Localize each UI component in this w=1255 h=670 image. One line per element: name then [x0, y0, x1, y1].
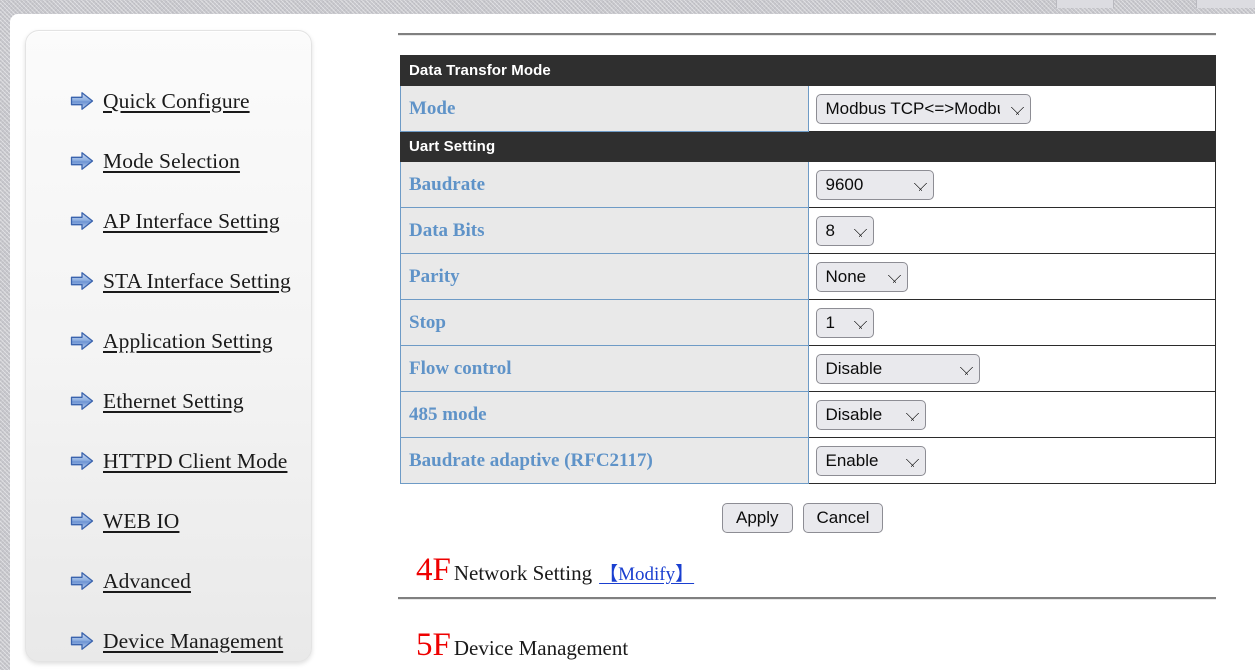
- setting-label: 485 mode: [400, 391, 809, 438]
- table-row: Baudrate 9600: [400, 161, 1216, 208]
- setting-value-cell: Enable: [807, 437, 1216, 484]
- divider-middle: [398, 597, 1216, 600]
- action-button-row: Apply Cancel: [722, 503, 884, 533]
- arrow-right-icon: [70, 451, 94, 471]
- arrow-right-icon: [70, 211, 94, 231]
- table-row: Data Bits 8: [400, 207, 1216, 254]
- sidebar-item-label: Mode Selection: [103, 148, 240, 173]
- footer-section-network-setting: 4F Network Setting 【Modify】: [416, 554, 694, 587]
- sidebar-item-label: Quick Configure: [103, 88, 250, 113]
- sidebar-item-label: WEB IO: [103, 508, 180, 533]
- setting-label: Parity: [400, 253, 809, 300]
- setting-value-cell: Modbus TCP<=>Modbus RTU: [807, 85, 1216, 132]
- select-parity[interactable]: None: [815, 261, 908, 292]
- setting-value-cell: None: [807, 253, 1216, 300]
- select-485-mode[interactable]: Disable: [815, 399, 926, 430]
- modify-link[interactable]: 【Modify】: [599, 564, 694, 585]
- setting-label: Baudrate adaptive (RFC2117): [400, 437, 809, 484]
- sidebar-item-label: STA Interface Setting: [103, 268, 291, 293]
- select-mode[interactable]: Modbus TCP<=>Modbus RTU: [815, 93, 1031, 124]
- section-number: 5F: [416, 627, 451, 663]
- select-baudrate[interactable]: 9600: [815, 169, 934, 200]
- sidebar-item-mode-selection[interactable]: Mode Selection: [26, 131, 311, 191]
- setting-value-cell: 1: [807, 299, 1216, 346]
- sidebar-item-label: AP Interface Setting: [103, 208, 280, 233]
- table-row: 485 mode Disable: [400, 391, 1216, 438]
- setting-value-cell: Disable: [807, 391, 1216, 438]
- arrow-right-icon: [70, 391, 94, 411]
- arrow-right-icon: [70, 571, 94, 591]
- table-row: Stop 1: [400, 299, 1216, 346]
- apply-button[interactable]: Apply: [722, 503, 793, 533]
- sidebar-item-web-io[interactable]: WEB IO: [26, 491, 311, 551]
- sidebar-item-quick-configure[interactable]: Quick Configure: [26, 71, 311, 131]
- sidebar-item-label: HTTPD Client Mode: [103, 448, 288, 473]
- arrow-right-icon: [70, 331, 94, 351]
- section-header-label: Uart Setting: [400, 131, 1216, 162]
- table-section-header-row: Uart Setting: [400, 131, 1216, 162]
- section-header-label: Data Transfor Mode: [400, 55, 1216, 86]
- sidebar-item-advanced[interactable]: Advanced: [26, 551, 311, 611]
- arrow-right-icon: [70, 271, 94, 291]
- browser-tab-stub[interactable]: [1056, 0, 1114, 8]
- table-row: Baudrate adaptive (RFC2117) Enable: [400, 437, 1216, 484]
- sidebar: Quick Configure Mode Selection AP Interfac…: [25, 30, 312, 662]
- sidebar-item-application-setting[interactable]: Application Setting: [26, 311, 311, 371]
- table-row: Flow control Disable: [400, 345, 1216, 392]
- table-row: Parity None: [400, 253, 1216, 300]
- sidebar-item-device-management[interactable]: Device Management: [26, 611, 311, 670]
- browser-tab-stub[interactable]: [1196, 0, 1255, 8]
- cancel-button[interactable]: Cancel: [802, 503, 884, 533]
- sidebar-item-ap-interface-setting[interactable]: AP Interface Setting: [26, 191, 311, 251]
- setting-value-cell: Disable: [807, 345, 1216, 392]
- setting-label: Mode: [400, 85, 809, 132]
- section-title: Network Setting: [453, 561, 593, 585]
- sidebar-item-label: Device Management: [103, 628, 284, 653]
- divider-top: [398, 33, 1216, 36]
- select-flow-control[interactable]: Disable: [815, 353, 980, 384]
- select-baudrate-adaptive-rfc2117[interactable]: Enable: [815, 445, 926, 476]
- setting-label: Stop: [400, 299, 809, 346]
- arrow-right-icon: [70, 91, 94, 111]
- select-stop[interactable]: 1: [815, 307, 874, 338]
- section-title: Device Management: [453, 636, 629, 660]
- arrow-right-icon: [70, 631, 94, 651]
- section-number: 4F: [416, 552, 451, 588]
- table-row: Mode Modbus TCP<=>Modbus RTU: [400, 85, 1216, 132]
- setting-label: Data Bits: [400, 207, 809, 254]
- page-content: Quick Configure Mode Selection AP Interfac…: [10, 14, 1255, 670]
- settings-table: Data Transfor Mode Mode Modbus TCP<=>Modbu…: [400, 55, 1216, 484]
- table-section-header-row: Data Transfor Mode: [400, 55, 1216, 86]
- sidebar-item-sta-interface-setting[interactable]: STA Interface Setting: [26, 251, 311, 311]
- footer-section-device-management: 5F Device Management: [416, 629, 628, 662]
- sidebar-item-label: Ethernet Setting: [103, 388, 244, 413]
- sidebar-item-httpd-client-mode[interactable]: HTTPD Client Mode: [26, 431, 311, 491]
- arrow-right-icon: [70, 151, 94, 171]
- sidebar-item-label: Application Setting: [103, 328, 273, 353]
- sidebar-item-ethernet-setting[interactable]: Ethernet Setting: [26, 371, 311, 431]
- setting-value-cell: 9600: [807, 161, 1216, 208]
- setting-label: Baudrate: [400, 161, 809, 208]
- sidebar-item-label: Advanced: [103, 568, 191, 593]
- sidebar-nav: Quick Configure Mode Selection AP Interfac…: [26, 71, 311, 670]
- setting-value-cell: 8: [807, 207, 1216, 254]
- select-data-bits[interactable]: 8: [815, 215, 874, 246]
- main-content: Data Transfor Mode Mode Modbus TCP<=>Modbu…: [388, 14, 1255, 670]
- arrow-right-icon: [70, 511, 94, 531]
- setting-label: Flow control: [400, 345, 809, 392]
